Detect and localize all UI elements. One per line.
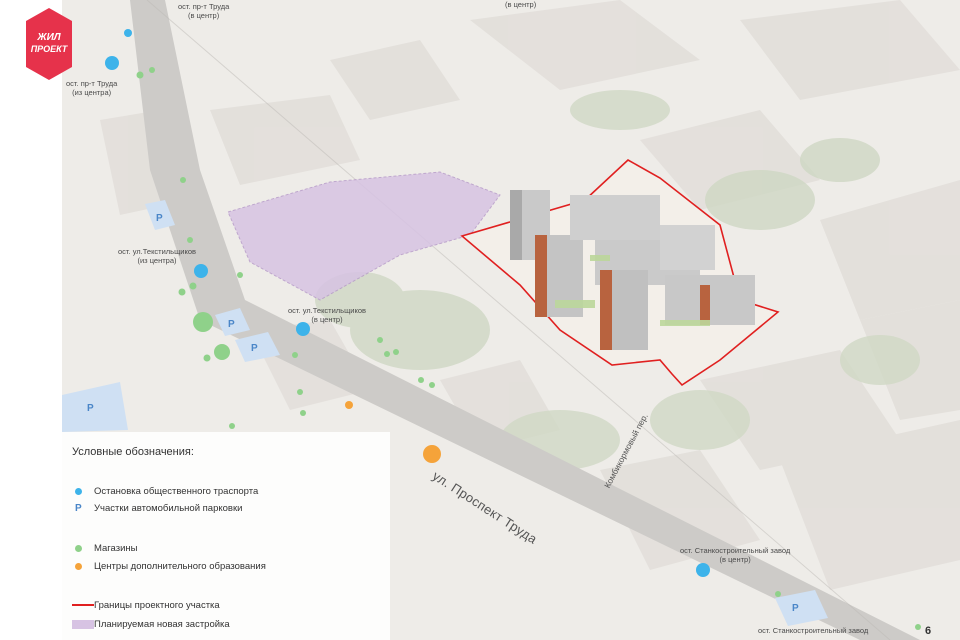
- parking-icon: P: [75, 502, 82, 514]
- parking-p-1: P: [156, 213, 163, 224]
- parking-p-4: P: [87, 403, 94, 414]
- legend-item-planned: Планируемая новая застройка: [72, 618, 230, 630]
- legend-item-boundary: Границы проектного участка: [72, 599, 220, 611]
- stop-label-top-right: (в центр): [505, 0, 537, 9]
- map-stage: P P P P P ЖИЛ ПРОЕКТ ост. пр-т Труда (в …: [0, 0, 960, 640]
- legend-panel: Условные обозначения: Остановка обществе…: [62, 432, 390, 640]
- page-number: 6: [925, 625, 932, 637]
- legend-item-education: Центры дополнительного образования: [72, 560, 266, 572]
- zhilproekt-logo: ЖИЛ ПРОЕКТ: [26, 8, 72, 80]
- svg-text:ПРОЕКТ: ПРОЕКТ: [31, 44, 69, 54]
- transit-stop-icon: [75, 487, 82, 495]
- parking-p-3: P: [251, 343, 258, 354]
- education-icon: [75, 562, 82, 570]
- legend-item-shops: Магазины: [72, 542, 137, 554]
- planned-area-icon: [72, 619, 94, 629]
- stop-label-textile-to-center: ост. ул.Текстильщиков (в центр): [288, 306, 366, 324]
- stop-label-machine-plant-bottom: ост. Станкостроительный завод: [758, 626, 869, 635]
- svg-text:ЖИЛ: ЖИЛ: [36, 32, 61, 43]
- parking-p-5: P: [792, 603, 799, 614]
- boundary-line-icon: [72, 604, 94, 606]
- parking-p-2: P: [228, 319, 235, 330]
- legend-item-transit: Остановка общественного траспорта: [72, 485, 258, 497]
- stop-label-trud-from-center: ост. пр-т Труда (из центра): [66, 79, 118, 97]
- stop-label-machine-plant-to-center: ост. Станкостроительный завод (в центр): [680, 546, 791, 564]
- legend-title: Условные обозначения:: [72, 446, 194, 458]
- legend-item-parking: P Участки автомобильной парковки: [75, 502, 243, 514]
- stop-label-textile-from-center: ост. ул.Текстильщиков (из центра): [118, 247, 196, 265]
- stop-label-trud-top: ост. пр-т Труда (в центр): [178, 2, 230, 20]
- shop-icon: [75, 544, 82, 552]
